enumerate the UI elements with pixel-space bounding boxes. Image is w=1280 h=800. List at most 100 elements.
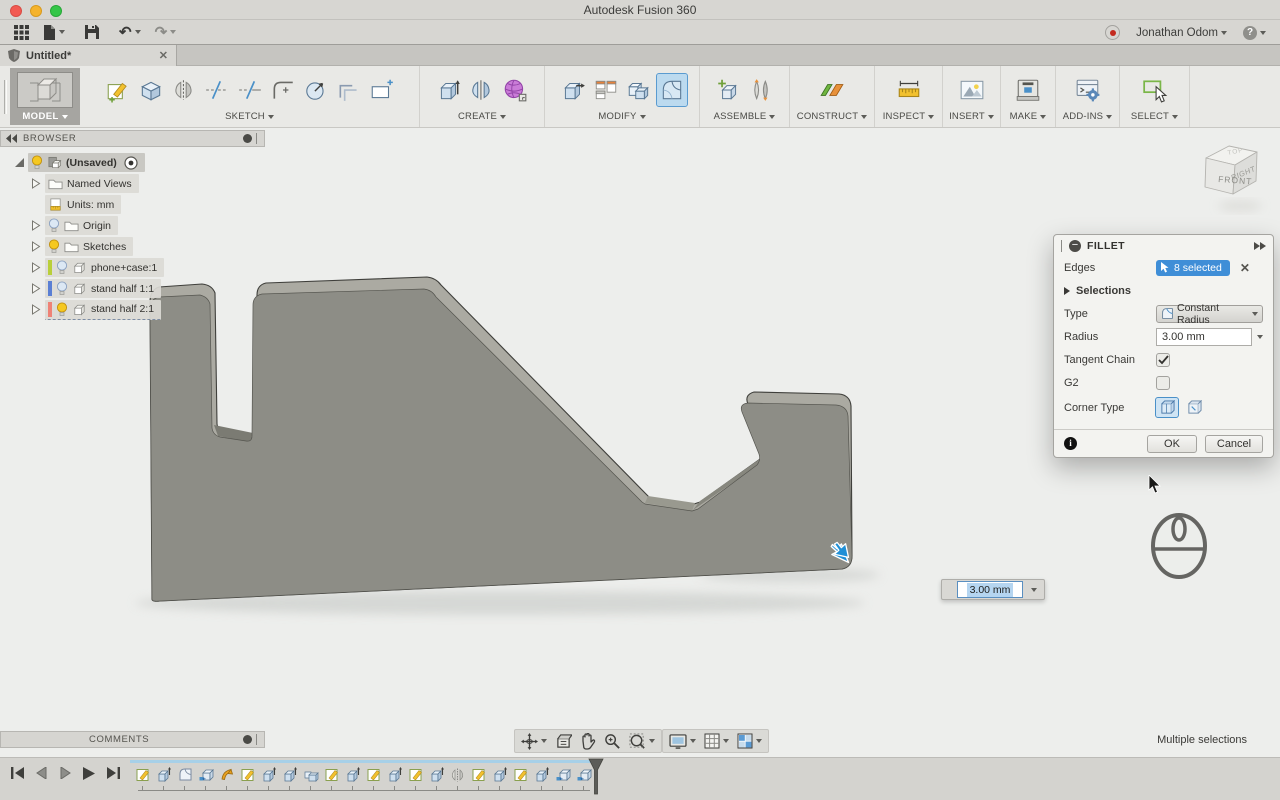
- timeline-go-to-end-button[interactable]: [104, 764, 122, 782]
- user-menu[interactable]: Jonathan Odom: [1136, 27, 1227, 39]
- zoom-button[interactable]: [601, 731, 624, 751]
- fit-button[interactable]: [626, 731, 658, 751]
- minimize-window-button[interactable]: [30, 5, 42, 17]
- fillet-type-dropdown[interactable]: Constant Radius: [1156, 305, 1263, 323]
- timeline-feature-gold[interactable]: [218, 765, 235, 782]
- timeline-feature-extrude[interactable]: [386, 765, 403, 782]
- addins-tool-button[interactable]: [1073, 74, 1103, 106]
- timeline-feature-sketch[interactable]: [323, 765, 340, 782]
- timeline-step-back-button[interactable]: [32, 764, 50, 782]
- new-component-tool-button[interactable]: [713, 74, 743, 106]
- timeline-feature-extrude[interactable]: [344, 765, 361, 782]
- offset-tool-button[interactable]: [334, 74, 364, 106]
- comments-grip[interactable]: [256, 734, 260, 745]
- mirror-sketch-tool-button[interactable]: [169, 74, 199, 106]
- select-tool-button[interactable]: [1140, 74, 1170, 106]
- measure-tool-button[interactable]: [894, 74, 924, 106]
- corner-type-setback-button[interactable]: [1183, 398, 1205, 417]
- visibility-bulb-icon-off[interactable]: [56, 281, 68, 296]
- timeline-play-button[interactable]: [80, 764, 98, 782]
- browser-item-chip[interactable]: Sketches: [45, 237, 133, 256]
- comments-header[interactable]: COMMENTS: [0, 731, 265, 748]
- combine-tool-button[interactable]: [624, 74, 654, 106]
- look-at-button[interactable]: [552, 731, 575, 751]
- activate-component-radio[interactable]: [124, 156, 138, 170]
- timeline-track[interactable]: [130, 760, 600, 763]
- toolbar-drag-handle[interactable]: [0, 66, 10, 127]
- timeline-feature-fillet[interactable]: [176, 765, 193, 782]
- orbit-caret-icon[interactable]: [541, 739, 547, 743]
- toolbar-group-label[interactable]: SKETCH: [225, 111, 274, 122]
- timeline-step-forward-button[interactable]: [56, 764, 74, 782]
- joint-tool-button[interactable]: [746, 74, 776, 106]
- image-insert-tool-button[interactable]: [957, 74, 987, 106]
- toolbar-group-label[interactable]: ADD-INS: [1063, 111, 1112, 122]
- timeline-feature-sketch[interactable]: [470, 765, 487, 782]
- tree-collapsed-arrow-icon[interactable]: [31, 262, 43, 274]
- floating-radius-field[interactable]: 3.00 mm: [957, 581, 1023, 598]
- floating-input-caret-icon[interactable]: [1031, 588, 1037, 592]
- browser-item-chip[interactable]: phone+case:1: [45, 258, 164, 277]
- trim-tool-button[interactable]: [202, 74, 232, 106]
- orbit-button[interactable]: [518, 731, 550, 751]
- visibility-bulb-icon-on[interactable]: [31, 155, 43, 170]
- toolbar-group-label[interactable]: ASSEMBLE: [714, 111, 776, 122]
- browser-item-chip[interactable]: (Unsaved): [28, 153, 145, 172]
- expand-selections-icon[interactable]: [1064, 287, 1070, 295]
- tree-collapsed-arrow-icon[interactable]: [31, 178, 43, 190]
- rect-plus-tool-button[interactable]: [367, 74, 397, 106]
- info-icon[interactable]: i: [1064, 437, 1077, 450]
- browser-item-chip[interactable]: stand half 2:1: [45, 300, 161, 320]
- tree-collapsed-arrow-icon[interactable]: [31, 241, 43, 253]
- make-print-tool-button[interactable]: [1013, 74, 1043, 106]
- plane-tool-button[interactable]: [817, 74, 847, 106]
- visibility-bulb-icon-off[interactable]: [56, 260, 68, 275]
- browser-item-origin[interactable]: Origin: [0, 215, 265, 236]
- help-menu[interactable]: ?: [1243, 26, 1266, 40]
- browser-item-chip[interactable]: stand half 1:1: [45, 279, 161, 298]
- timeline-feature-extrude[interactable]: [533, 765, 550, 782]
- g2-checkbox[interactable]: [1156, 376, 1170, 390]
- toolbar-group-label[interactable]: MODIFY: [598, 111, 645, 122]
- timeline-feature-sketch[interactable]: [512, 765, 529, 782]
- timeline-feature-component[interactable]: [197, 765, 214, 782]
- ok-button[interactable]: OK: [1147, 435, 1197, 453]
- browser-header[interactable]: BROWSER: [0, 130, 265, 147]
- undo-button[interactable]: ↶: [119, 23, 141, 41]
- tree-collapsed-arrow-icon[interactable]: [31, 220, 43, 232]
- browser-item-chip[interactable]: Origin: [45, 216, 118, 235]
- timeline-feature-extrude[interactable]: [260, 765, 277, 782]
- extrude-tool-button[interactable]: [434, 74, 464, 106]
- create-sketch-tool-button[interactable]: [103, 74, 133, 106]
- timeline-playhead[interactable]: [588, 758, 604, 796]
- timeline-feature-combine[interactable]: [302, 765, 319, 782]
- circle-arrow-tool-button[interactable]: [301, 74, 331, 106]
- tree-collapsed-arrow-icon[interactable]: [31, 283, 43, 295]
- toolbar-group-label[interactable]: MAKE: [1010, 111, 1047, 122]
- toolbar-group-label[interactable]: INSPECT: [883, 111, 935, 122]
- corner-type-rolling-ball-button[interactable]: [1156, 398, 1178, 417]
- dialog-dock-icon[interactable]: [1254, 242, 1266, 250]
- panel-grip[interactable]: [256, 133, 260, 144]
- timeline-feature-sketch[interactable]: [239, 765, 256, 782]
- viewports-button[interactable]: [734, 731, 765, 751]
- floating-radius-input[interactable]: 3.00 mm: [941, 579, 1045, 600]
- box3d-tool-button[interactable]: [136, 74, 166, 106]
- timeline-feature-component[interactable]: [554, 765, 571, 782]
- timeline-feature-extrude[interactable]: [428, 765, 445, 782]
- browser-item-stand-half-2-1[interactable]: stand half 2:1: [0, 299, 265, 320]
- timeline-feature-extrude[interactable]: [155, 765, 172, 782]
- display-settings-button[interactable]: [666, 731, 699, 751]
- browser-item-stand-half-1-1[interactable]: stand half 1:1: [0, 278, 265, 299]
- tangent-chain-checkbox[interactable]: [1156, 353, 1170, 367]
- visibility-bulb-icon-on[interactable]: [56, 302, 68, 317]
- display-caret-icon[interactable]: [690, 739, 696, 743]
- timeline-feature-extrude[interactable]: [491, 765, 508, 782]
- view-cube[interactable]: FRONT RIGHT TOP: [1188, 132, 1278, 222]
- fit-caret-icon[interactable]: [649, 739, 655, 743]
- timeline-feature-extrude[interactable]: [281, 765, 298, 782]
- zoom-window-button[interactable]: [50, 5, 62, 17]
- tree-collapsed-arrow-icon[interactable]: [31, 304, 43, 316]
- browser-item-chip[interactable]: Named Views: [45, 174, 139, 193]
- browser-item-sketches[interactable]: Sketches: [0, 236, 265, 257]
